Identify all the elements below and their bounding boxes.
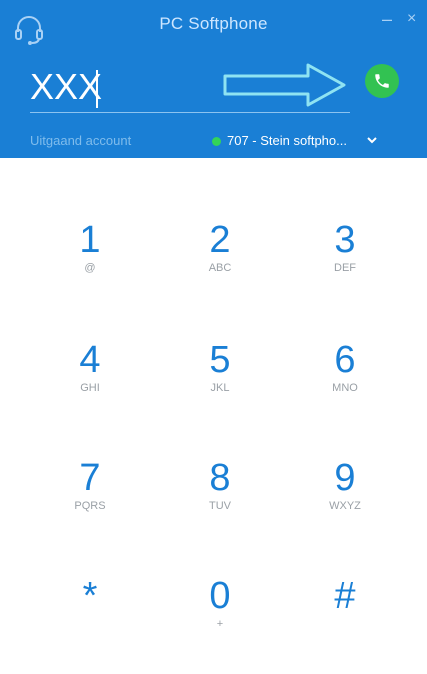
key-8[interactable]: 8 TUV <box>172 458 268 554</box>
phone-icon <box>375 74 389 88</box>
close-button[interactable]: × <box>407 9 416 29</box>
key-digit: 6 <box>334 339 356 381</box>
key-digit: 9 <box>334 457 356 499</box>
text-caret <box>96 70 98 108</box>
key-letters: JKL <box>210 382 230 394</box>
phone-number-value: XXX <box>30 66 103 107</box>
key-digit: 1 <box>79 219 101 261</box>
key-letters: @ <box>84 262 96 274</box>
key-7[interactable]: 7 PQRS <box>42 458 138 554</box>
key-letters: DEF <box>334 262 356 274</box>
key-digit: 2 <box>209 219 231 261</box>
key-digit: # <box>334 575 356 617</box>
key-star[interactable]: * <box>42 576 138 672</box>
key-letters: TUV <box>209 500 231 512</box>
chevron-down-icon <box>367 137 377 144</box>
key-3[interactable]: 3 DEF <box>297 220 393 316</box>
key-4[interactable]: 4 GHI <box>42 340 138 436</box>
key-digit: 8 <box>209 457 231 499</box>
key-letters: MNO <box>332 382 358 394</box>
window-title: PC Softphone <box>159 14 268 33</box>
key-digit: 4 <box>79 339 101 381</box>
key-digit: 5 <box>209 339 231 381</box>
account-dropdown[interactable]: 707 - Stein softpho... <box>208 130 384 152</box>
account-name: 707 - Stein softpho... <box>227 133 347 148</box>
key-hash[interactable]: # <box>297 576 393 672</box>
key-letters: + <box>216 618 224 630</box>
account-status-dot <box>212 137 221 146</box>
key-letters: GHI <box>80 382 100 394</box>
key-letters: ABC <box>208 262 232 274</box>
key-digit: 3 <box>334 219 356 261</box>
key-digit: 7 <box>79 457 101 499</box>
key-letters: PQRS <box>74 500 106 512</box>
softphone-window: PC Softphone – × XXX Uitgaand account 70… <box>0 0 427 674</box>
key-5[interactable]: 5 JKL <box>172 340 268 436</box>
dialer-header: PC Softphone – × XXX Uitgaand account 70… <box>0 0 427 158</box>
key-letters: WXYZ <box>329 500 361 512</box>
key-1[interactable]: 1 @ <box>42 220 138 316</box>
minimize-button[interactable]: – <box>382 9 392 29</box>
key-6[interactable]: 6 MNO <box>297 340 393 436</box>
outgoing-account-label: Uitgaand account <box>30 133 132 148</box>
dial-keypad: 1 @ 2 ABC 3 DEF 4 GHI 5 JKL 6 MNO 7 PQRS… <box>0 158 427 674</box>
key-9[interactable]: 9 WXYZ <box>297 458 393 554</box>
key-digit: 0 <box>209 575 231 617</box>
key-0[interactable]: 0 + <box>172 576 268 672</box>
arrow-right-icon <box>223 63 346 107</box>
key-digit: * <box>82 575 98 617</box>
call-button[interactable] <box>365 64 399 98</box>
key-2[interactable]: 2 ABC <box>172 220 268 316</box>
